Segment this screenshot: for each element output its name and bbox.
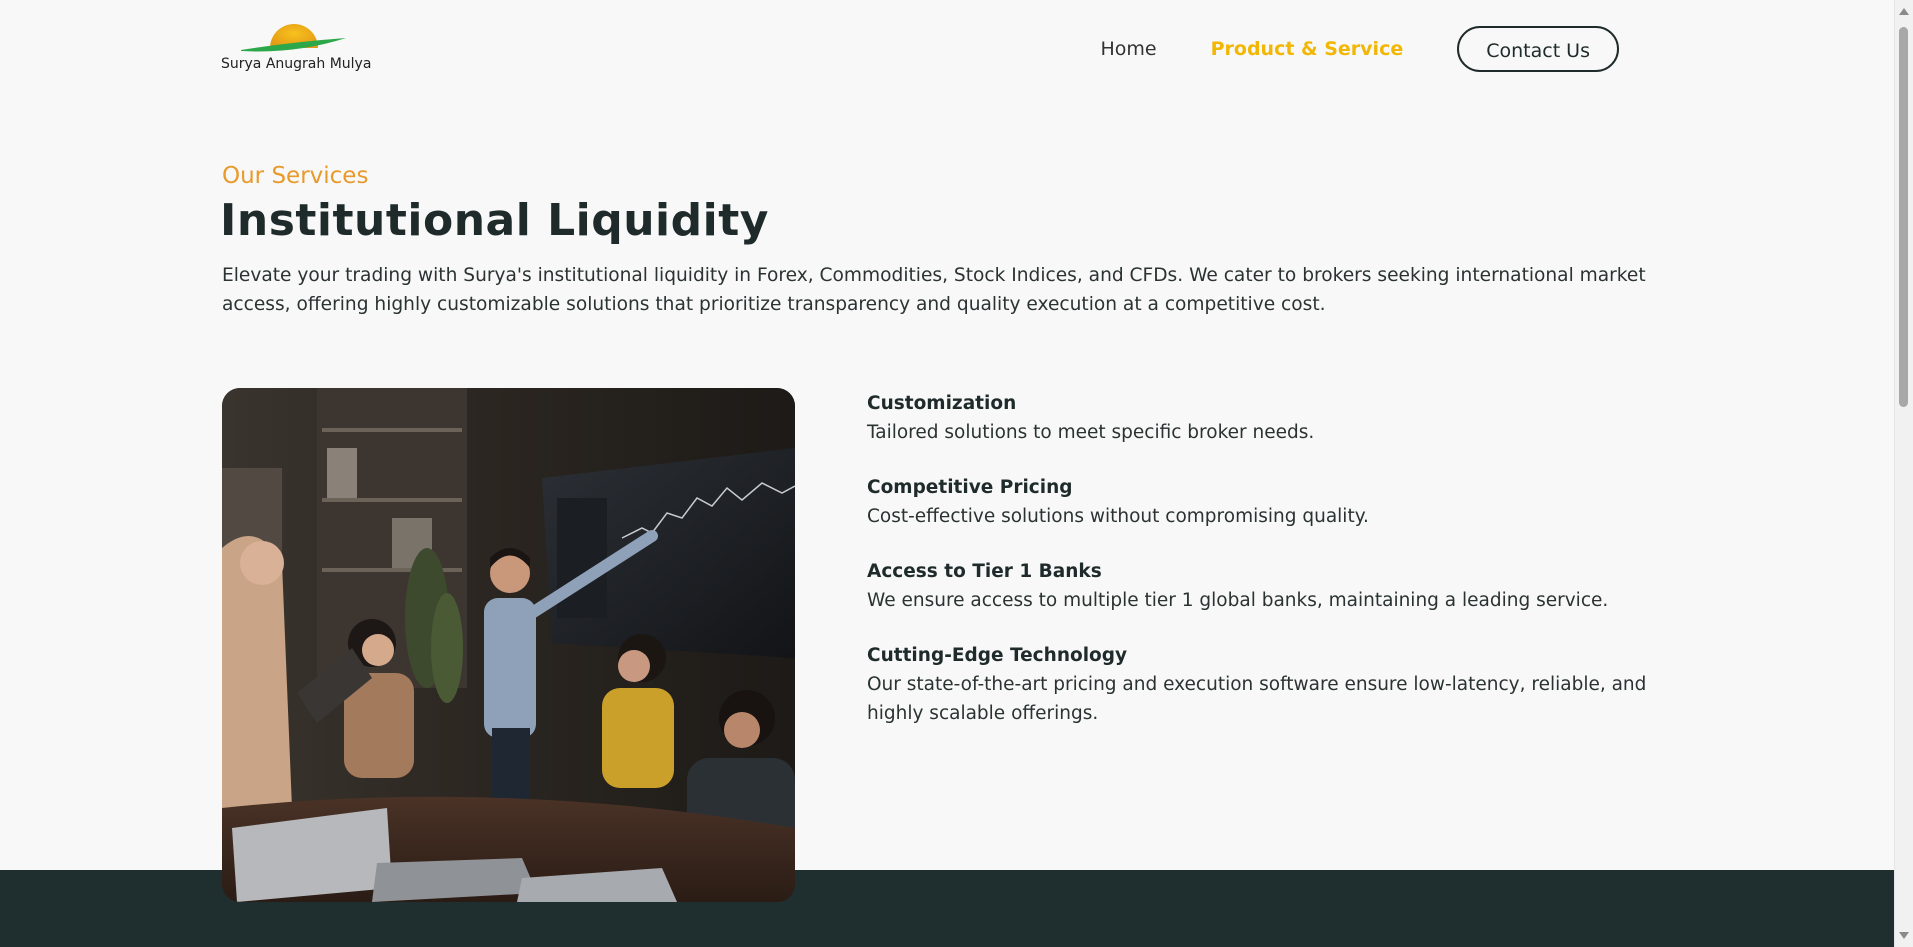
feature-description: We ensure access to multiple tier 1 glob…	[867, 590, 1609, 611]
main-nav: Home Product & Service Contact Us	[1101, 24, 1619, 74]
logo[interactable]: Surya Anugrah Mulya	[221, 14, 371, 78]
sun-logo-icon	[241, 24, 346, 52]
intro-description: Elevate your trading with Surya's instit…	[222, 265, 1646, 315]
scroll-down-arrow-icon[interactable]	[1899, 932, 1909, 939]
feature-description: Cost-effective solutions without comprom…	[867, 506, 1369, 527]
scrollbar-thumb[interactable]	[1899, 27, 1908, 407]
vertical-scrollbar[interactable]	[1894, 0, 1913, 947]
section-eyebrow: Our Services	[222, 163, 369, 189]
features-list: Customization Tailored solutions to meet…	[867, 391, 1647, 756]
feature-item: Competitive Pricing Cost-effective solut…	[867, 475, 1647, 531]
nav-home[interactable]: Home	[1101, 38, 1157, 60]
feature-title: Customization	[867, 393, 1017, 414]
feature-item: Customization Tailored solutions to meet…	[867, 391, 1647, 447]
page: Surya Anugrah Mulya Home Product & Servi…	[0, 0, 1913, 947]
scroll-up-arrow-icon[interactable]	[1899, 8, 1909, 15]
feature-item: Access to Tier 1 Banks We ensure access …	[867, 559, 1647, 615]
contact-us-button[interactable]: Contact Us	[1457, 26, 1619, 72]
page-title: Institutional Liquidity	[220, 195, 769, 246]
feature-title: Access to Tier 1 Banks	[867, 561, 1102, 582]
feature-description: Our state-of-the-art pricing and executi…	[867, 674, 1647, 724]
feature-description: Tailored solutions to meet specific brok…	[867, 422, 1315, 443]
team-meeting-photo	[222, 388, 795, 902]
nav-product-service[interactable]: Product & Service	[1211, 38, 1404, 60]
feature-title: Cutting-Edge Technology	[867, 645, 1128, 666]
logo-text: Surya Anugrah Mulya	[221, 56, 372, 72]
feature-item: Cutting-Edge Technology Our state-of-the…	[867, 643, 1647, 728]
feature-title: Competitive Pricing	[867, 477, 1073, 498]
